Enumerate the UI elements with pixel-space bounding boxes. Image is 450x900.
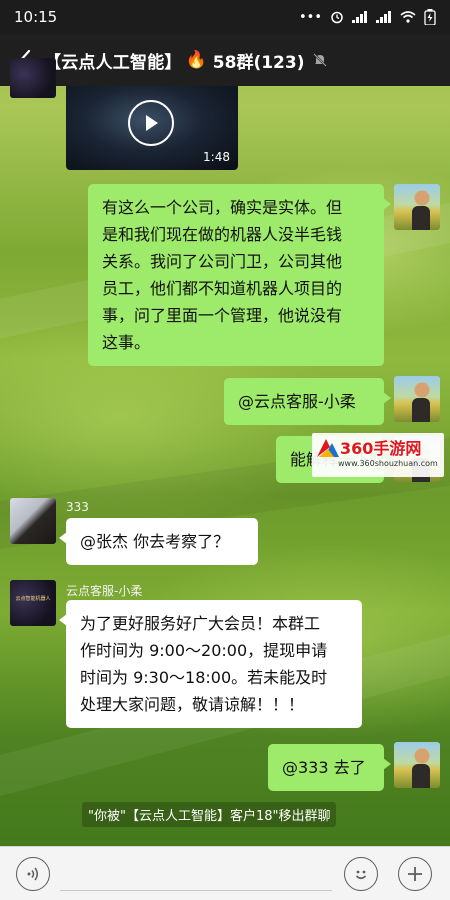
message-text: @333 去了 [282,758,366,777]
avatar-label: 云点智能机器人 [15,596,51,602]
message-line: 是和我们现在做的机器人没半毛钱 [102,225,343,244]
alarm-icon [331,11,343,24]
group-title[interactable]: 【云点人工智能】 [44,48,182,73]
mute-bell-icon [313,53,328,67]
status-bar: 10:15 ••• [0,0,450,34]
message-text: @云点客服-小柔 [238,392,356,411]
message-input[interactable] [60,857,332,891]
avatar[interactable]: 云点智能机器人 [10,580,56,626]
message-text: @张杰 你去考察了？ [80,532,230,551]
status-icons: ••• [299,9,436,25]
play-icon[interactable] [128,100,174,146]
input-bar [0,846,450,900]
avatar[interactable] [394,376,440,422]
avatar[interactable] [394,742,440,788]
plus-button[interactable] [398,857,432,891]
fire-icon: 🔥 [185,50,207,70]
video-duration: 1:48 [203,150,230,164]
message-line: 处理大家问题，敬请谅解！！！ [80,695,305,714]
sender-name: 333 [66,500,89,514]
message-line: 作时间为 9:00～20:00，提现申请 [80,641,328,660]
wifi-icon [400,11,416,23]
message-line: 这事。 [102,333,151,352]
chat-header: 【云点人工智能】 🔥 58群(123) [0,34,450,86]
status-time: 10:15 [14,8,58,26]
message-line: 有这么一个公司，确实是实体。但 [102,198,343,217]
message-line: 员工，他们都不知道机器人项目的 [102,279,343,298]
emoji-icon [355,870,367,880]
group-member-count: 58群(123) [212,52,305,73]
watermark-url: www.360shouzhuan.com [338,459,438,468]
message-bubble[interactable]: @云点客服-小柔 [224,378,391,425]
avatar[interactable] [10,498,56,544]
video-message[interactable]: 1:48 [66,86,238,170]
message-line: 事，问了里面一个管理，他说没有 [102,306,343,325]
message-line: 时间为 9:30～18:00。若未能及时 [80,668,328,687]
message-bubble[interactable]: @张杰 你去考察了？ [59,518,258,565]
signal-icon [352,11,367,23]
avatar[interactable] [394,184,440,230]
plus-icon [408,867,422,881]
message-bubble[interactable]: @333 去了 [268,744,391,791]
emoji-button[interactable] [344,857,378,891]
avatar[interactable] [10,58,56,98]
battery-icon [424,9,436,25]
watermark-text: 360手游网 [340,439,422,458]
voice-icon [27,867,38,881]
message-bubble[interactable]: 为了更好服务好广大会员！本群工 作时间为 9:00～20:00，提现申请 时间为… [59,600,362,728]
watermark: 360手游网 www.360shouzhuan.com [312,433,444,477]
message-line: 为了更好服务好广大会员！本群工 [80,614,321,633]
voice-button[interactable] [16,857,50,891]
message-bubble[interactable]: 有这么一个公司，确实是实体。但 是和我们现在做的机器人没半毛钱 关系。我问了公司… [88,184,391,366]
message-line: 关系。我问了公司门卫，公司其他 [102,252,343,271]
system-message: "你被"【云点人工智能】客户18"移出群聊 [82,802,337,827]
sender-name: 云点客服-小柔 [66,584,143,598]
signal-icon [376,11,391,23]
dots-icon: ••• [298,9,322,25]
watermark-logo-icon [317,439,339,457]
chat-messages: 1:48 有这么一个公司，确实是实体。但 是和我们现在做的机器人没半毛钱 关系。… [0,58,450,846]
